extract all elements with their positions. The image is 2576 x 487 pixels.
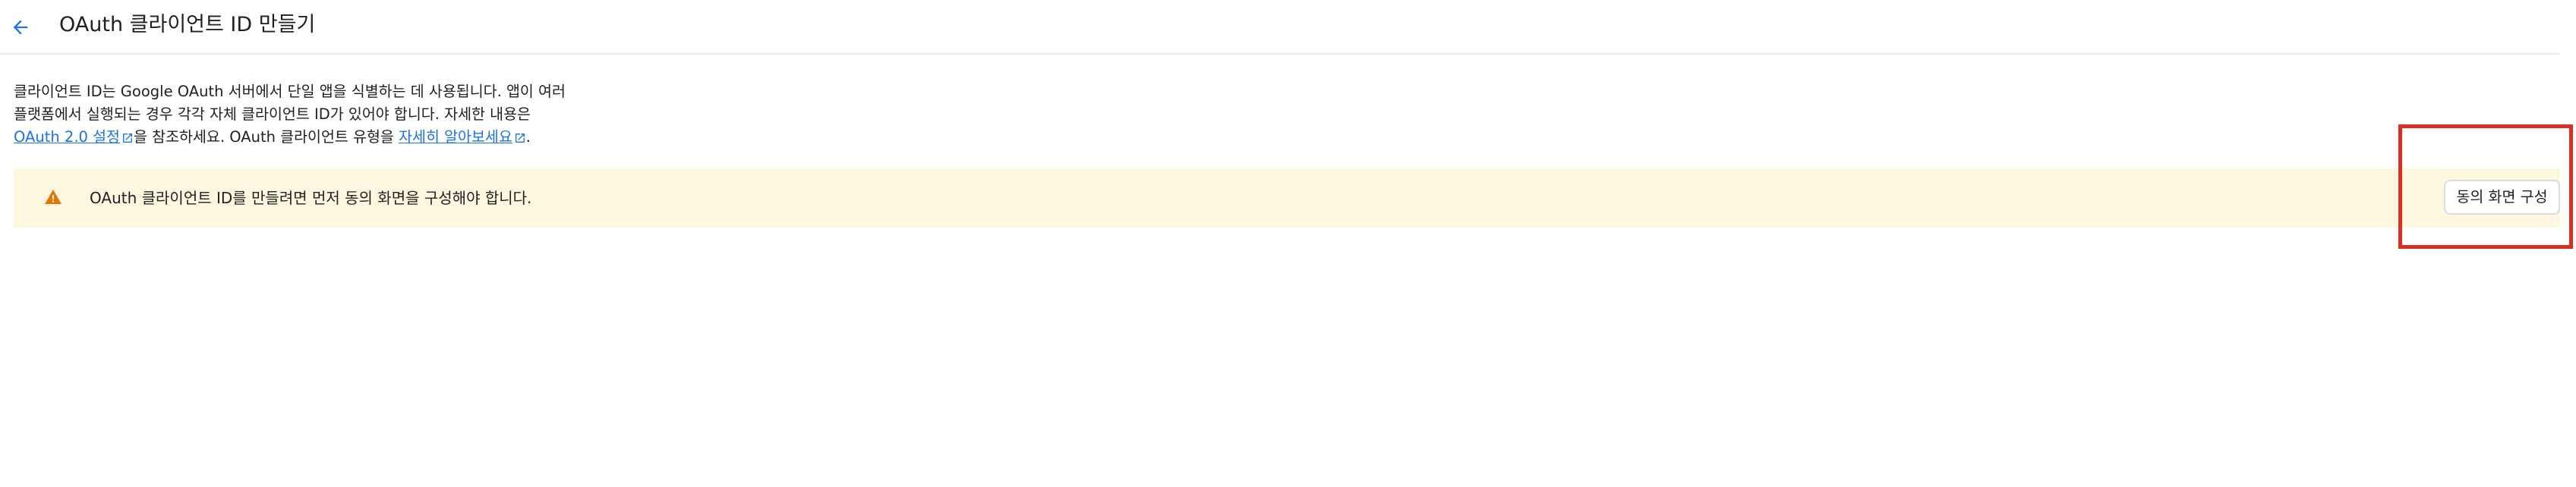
page-title: OAuth 클라이언트 ID 만들기 (59, 13, 316, 36)
description-line-1: 클라이언트 ID는 Google OAuth 서버에서 단일 앱을 식별하는 데… (14, 83, 566, 100)
configure-consent-screen-button[interactable]: 동의 화면 구성 (2444, 180, 2560, 215)
description: 클라이언트 ID는 Google OAuth 서버에서 단일 앱을 식별하는 데… (14, 80, 636, 149)
open-in-new-icon (123, 134, 132, 143)
learn-more-link[interactable]: 자세히 알아보세요 (399, 128, 526, 146)
warning-banner: OAuth 클라이언트 ID를 만들려면 먼저 동의 화면을 구성해야 합니다.… (14, 168, 2560, 228)
description-period: . (525, 128, 531, 146)
back-button[interactable] (6, 13, 35, 42)
description-line-2: 플랫폼에서 실행되는 경우 각각 자체 클라이언트 ID가 있어야 합니다. 자… (14, 105, 531, 123)
description-text: 을 참조하세요. OAuth 클라이언트 유형을 (134, 128, 399, 146)
oauth-settings-link[interactable]: OAuth 2.0 설정 (14, 128, 134, 146)
warning-message: OAuth 클라이언트 ID를 만들려면 먼저 동의 화면을 구성해야 합니다. (90, 189, 532, 207)
arrow-back-icon (13, 20, 28, 35)
page-header: OAuth 클라이언트 ID 만들기 (0, 0, 2560, 55)
warning-icon (45, 190, 61, 204)
page: OAuth 클라이언트 ID 만들기 클라이언트 ID는 Google OAut… (0, 0, 2576, 487)
description-line-3: OAuth 2.0 설정 을 참조하세요. OAuth 클라이언트 유형을 자세히… (14, 126, 636, 149)
open-in-new-icon (515, 134, 525, 143)
